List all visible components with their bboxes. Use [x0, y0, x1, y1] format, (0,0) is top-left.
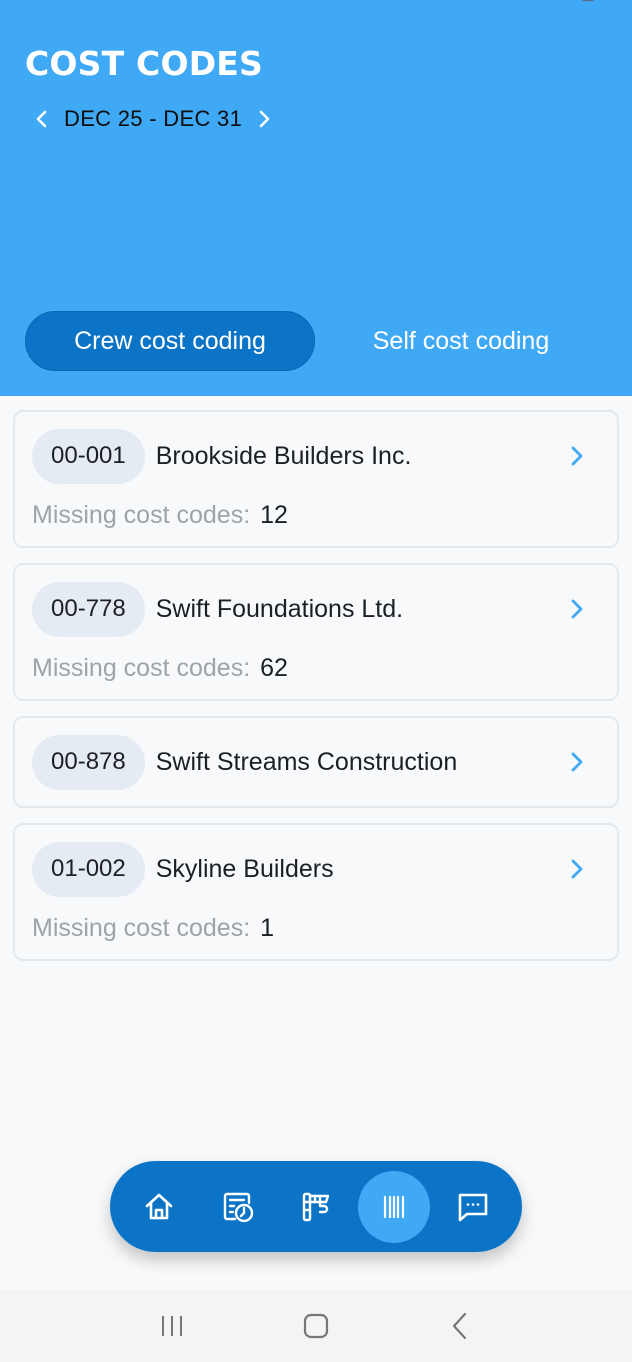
chevron-right-icon [259, 110, 270, 128]
recents-button[interactable] [152, 1306, 192, 1346]
timesheet-clock-icon [223, 1192, 253, 1222]
company-name: Swift Foundations Ltd. [155, 594, 404, 623]
tab-crew-cost-coding[interactable]: Crew cost coding [25, 311, 315, 371]
date-range-selector: DEC 25 - DEC 31 [30, 103, 276, 135]
nav-cost-codes-button[interactable] [358, 1170, 431, 1243]
crane-icon [302, 1192, 330, 1221]
chevron-right-icon [571, 859, 583, 879]
crew-code-chip: 00-778 [32, 581, 145, 637]
chevron-right-icon [571, 599, 583, 619]
recents-icon [162, 1316, 182, 1336]
chevron-right-icon [571, 752, 583, 772]
header: COST CODES DEC 25 - DEC 31 Crew cost cod… [0, 0, 632, 396]
missing-count: 62 [260, 653, 288, 682]
bottom-nav [110, 1161, 522, 1252]
android-nav-bar [0, 1290, 632, 1362]
date-range-label: DEC 25 - DEC 31 [64, 106, 243, 131]
home-icon [145, 1193, 173, 1219]
chevron-left-icon [36, 110, 47, 128]
crew-list: 00-001 Brookside Builders Inc. Missing c… [13, 410, 619, 961]
list-item[interactable]: 00-878 Swift Streams Construction [13, 716, 619, 808]
company-name: Skyline Builders [155, 854, 334, 883]
system-home-button[interactable] [296, 1306, 336, 1346]
prev-week-button[interactable] [30, 103, 54, 135]
nav-messages-button[interactable] [437, 1171, 509, 1243]
back-button[interactable] [440, 1306, 480, 1346]
nav-home-button[interactable] [123, 1171, 195, 1243]
nav-timesheets-button[interactable] [202, 1171, 274, 1243]
barcode-icon [384, 1195, 405, 1218]
missing-count: 1 [260, 913, 275, 942]
missing-label: Missing cost codes: [32, 653, 251, 682]
page-title: COST CODES [25, 44, 264, 83]
company-name: Swift Streams Construction [155, 747, 458, 776]
tab-self-cost-coding[interactable]: Self cost coding [315, 311, 607, 371]
missing-count: 12 [260, 500, 288, 529]
list-item[interactable]: 00-778 Swift Foundations Ltd. Missing co… [13, 563, 619, 701]
status-bar-fragment [582, 0, 594, 1]
crew-code-chip: 00-878 [32, 734, 145, 790]
list-item[interactable]: 00-001 Brookside Builders Inc. Missing c… [13, 410, 619, 548]
list-item[interactable]: 01-002 Skyline Builders Missing cost cod… [13, 823, 619, 961]
missing-label: Missing cost codes: [32, 500, 251, 529]
nav-projects-button[interactable] [280, 1171, 352, 1243]
home-square-icon [303, 1313, 329, 1339]
next-week-button[interactable] [252, 103, 276, 135]
crew-code-chip: 00-001 [32, 428, 145, 484]
missing-label: Missing cost codes: [32, 913, 251, 942]
back-icon [452, 1312, 467, 1340]
chat-icon [458, 1193, 488, 1221]
coding-tabs: Crew cost coding Self cost coding [25, 311, 607, 371]
company-name: Brookside Builders Inc. [155, 441, 412, 470]
crew-code-chip: 01-002 [32, 841, 145, 897]
chevron-right-icon [571, 446, 583, 466]
